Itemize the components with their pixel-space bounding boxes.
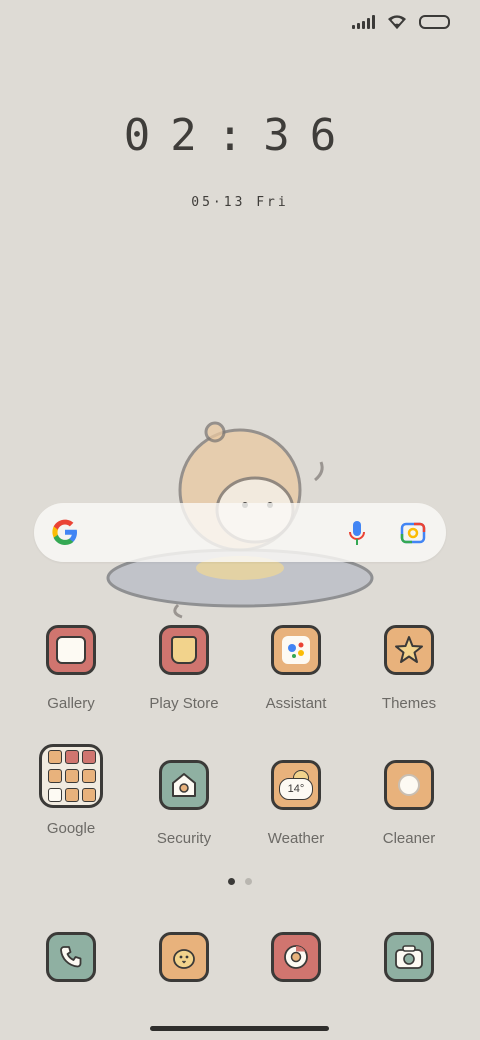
app-themes[interactable]: Themes (353, 625, 465, 712)
app-label: Assistant (265, 695, 327, 712)
google-g-icon (52, 519, 77, 545)
app-label: Themes (381, 695, 437, 712)
app-label: Google (46, 820, 96, 837)
app-play-store[interactable]: Play Store (128, 625, 240, 712)
wifi-icon (388, 15, 406, 29)
assistant-icon (271, 625, 321, 675)
app-security[interactable]: Security (128, 760, 240, 847)
page-indicator (0, 878, 480, 885)
messages-chick-icon (159, 932, 209, 982)
play-store-icon (159, 625, 209, 675)
phone-icon (46, 932, 96, 982)
page-dot-2[interactable] (245, 878, 252, 885)
weather-temp: 14° (279, 778, 313, 800)
themes-star-icon (384, 625, 434, 675)
app-google-folder[interactable]: Google (15, 744, 127, 837)
dock-browser[interactable] (240, 932, 352, 982)
dock-phone[interactable] (15, 932, 127, 982)
app-label: Weather (267, 830, 325, 847)
home-gesture-bar[interactable] (150, 1026, 329, 1031)
app-label: Cleaner (382, 830, 436, 847)
cleaner-icon (384, 760, 434, 810)
app-label: Security (156, 830, 212, 847)
google-search-widget[interactable] (34, 503, 446, 562)
app-weather[interactable]: 14° Weather (240, 760, 352, 847)
app-gallery[interactable]: Gallery (15, 625, 127, 712)
dock-messages[interactable] (128, 932, 240, 982)
app-cleaner[interactable]: Cleaner (353, 760, 465, 847)
page-dot-1[interactable] (228, 878, 235, 885)
google-lens-icon[interactable] (400, 520, 426, 546)
security-icon (159, 760, 209, 810)
status-bar (352, 14, 450, 30)
microphone-icon[interactable] (348, 520, 366, 546)
signal-bars-icon (352, 15, 375, 29)
browser-icon (271, 932, 321, 982)
gallery-icon (46, 625, 96, 675)
app-label: Play Store (149, 695, 219, 712)
clock-time[interactable]: 02:36 (0, 110, 480, 161)
app-label: Gallery (47, 695, 95, 712)
dock-camera[interactable] (353, 932, 465, 982)
google-folder-icon (39, 744, 103, 808)
camera-icon (384, 932, 434, 982)
clock-date[interactable]: 05·13 Fri (0, 195, 480, 210)
app-assistant[interactable]: Assistant (240, 625, 352, 712)
weather-icon: 14° (271, 760, 321, 810)
battery-icon (419, 15, 450, 29)
